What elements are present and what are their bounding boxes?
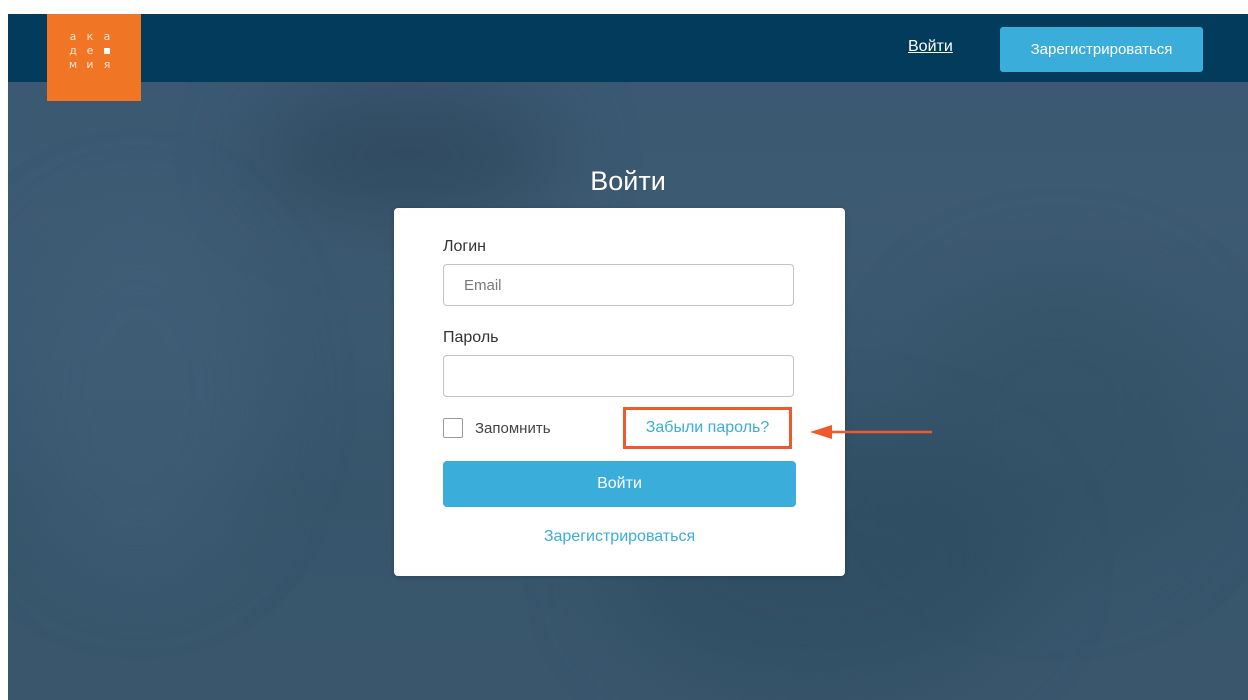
header-register-button[interactable]: Зарегистрироваться bbox=[1000, 27, 1203, 72]
background-shade bbox=[8, 214, 268, 574]
password-label: Пароль bbox=[443, 329, 499, 346]
logo-letter: к bbox=[86, 30, 94, 43]
login-label: Логин bbox=[443, 238, 487, 255]
logo-letter: м bbox=[68, 58, 78, 71]
arrow-left-icon bbox=[810, 425, 932, 439]
top-navbar: Войти Зарегистрироваться bbox=[8, 14, 1248, 82]
app-window: Войти Зарегистрироваться а к а д е м и я… bbox=[8, 14, 1248, 700]
logo-letter: я bbox=[103, 58, 111, 71]
header-login-link[interactable]: Войти bbox=[908, 38, 953, 56]
logo-letter: д bbox=[69, 44, 77, 57]
login-card: Логин Пароль Запомнить Забыли пароль? Во… bbox=[394, 208, 845, 576]
password-field[interactable] bbox=[443, 355, 794, 397]
logo-letter: е bbox=[86, 44, 94, 57]
logo-letter: а bbox=[69, 30, 77, 43]
email-field[interactable] bbox=[443, 264, 794, 306]
remember-label: Запомнить bbox=[475, 420, 551, 437]
academy-logo[interactable]: а к а д е м и я bbox=[47, 14, 141, 101]
highlight-box: Забыли пароль? bbox=[623, 407, 792, 449]
logo-letter: а bbox=[103, 30, 111, 43]
logo-letter: и bbox=[86, 58, 94, 71]
login-submit-button[interactable]: Войти bbox=[443, 461, 796, 507]
forgot-password-link[interactable]: Забыли пароль? bbox=[646, 419, 770, 437]
remember-checkbox[interactable] bbox=[443, 418, 463, 438]
register-link[interactable]: Зарегистрироваться bbox=[394, 528, 845, 546]
page-title: Войти bbox=[590, 166, 666, 196]
logo-square-icon bbox=[101, 44, 113, 58]
